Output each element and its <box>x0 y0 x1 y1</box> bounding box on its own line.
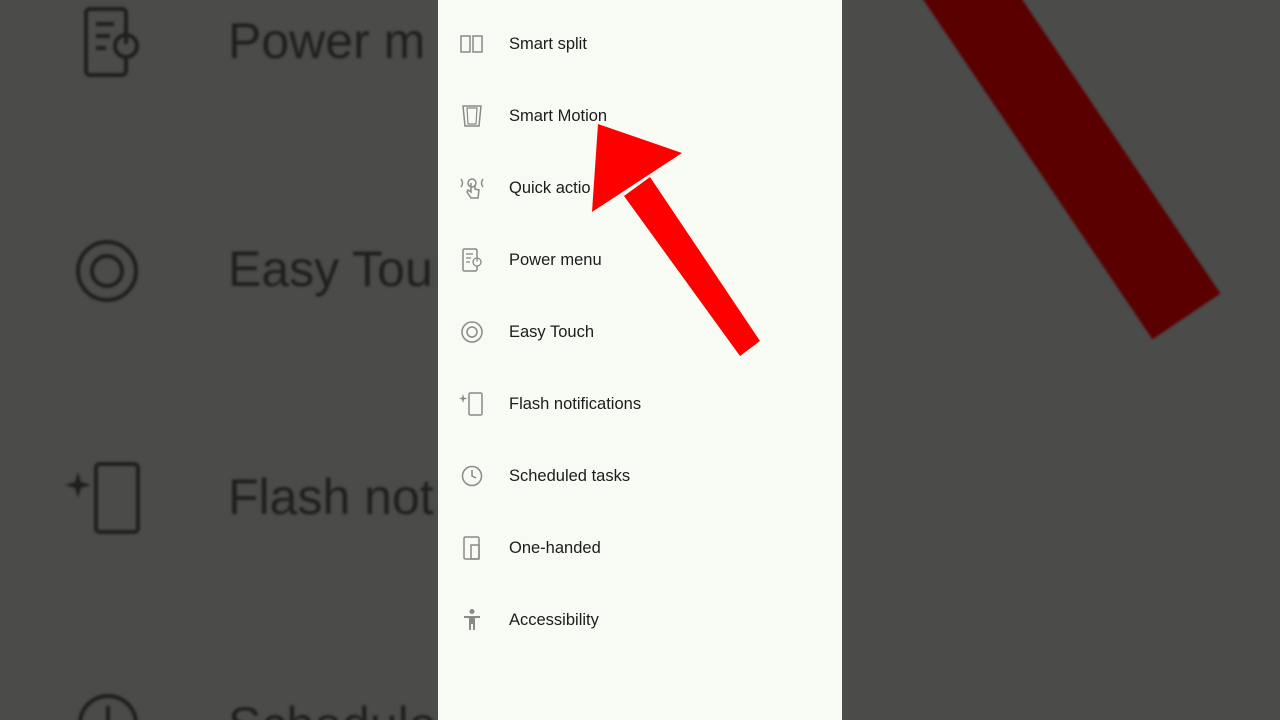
menu-item-label: Quick actio <box>509 178 591 197</box>
flash-notifications-icon <box>458 390 486 418</box>
smart-split-icon <box>458 30 486 58</box>
menu-item-smart-motion[interactable]: Smart Motion <box>438 80 842 152</box>
background-label-easy-touch: Easy Tou <box>228 241 433 297</box>
power-menu-icon <box>84 7 139 77</box>
clock-icon <box>458 462 486 490</box>
clock-icon <box>78 694 138 720</box>
menu-item-label: Flash notifications <box>509 394 642 413</box>
menu-item-flash-notifications[interactable]: Flash notifications <box>438 368 842 440</box>
one-handed-icon <box>458 534 486 562</box>
menu-item-power-menu[interactable]: Power menu <box>438 224 842 296</box>
easy-touch-icon <box>76 240 138 302</box>
background-label-power-menu: Power m <box>228 13 426 69</box>
smart-motion-icon <box>458 102 486 130</box>
accessibility-icon <box>458 606 486 634</box>
quick-actions-gesture-icon <box>458 174 486 202</box>
settings-list-panel: Smart split Smart Motion Quick actio Pow… <box>438 0 842 720</box>
menu-item-easy-touch[interactable]: Easy Touch <box>438 296 842 368</box>
menu-item-label: Smart Motion <box>509 106 608 125</box>
menu-item-quick-actions[interactable]: Quick actio <box>438 152 842 224</box>
menu-item-one-handed[interactable]: One-handed <box>438 512 842 584</box>
menu-item-label: Easy Touch <box>509 322 594 341</box>
menu-item-label: Power menu <box>509 250 602 269</box>
background-label-scheduled: Schedule <box>228 696 437 720</box>
power-menu-icon <box>458 246 486 274</box>
menu-item-accessibility[interactable]: Accessibility <box>438 584 842 656</box>
background-arrow-shaft <box>912 0 1221 340</box>
easy-touch-icon <box>458 318 486 346</box>
menu-item-label: Scheduled tasks <box>509 466 631 485</box>
menu-item-label: Smart split <box>509 34 587 53</box>
menu-item-label: One-handed <box>509 538 601 557</box>
menu-item-smart-split[interactable]: Smart split <box>438 8 842 80</box>
menu-item-label: Accessibility <box>509 610 599 629</box>
flash-notifications-icon <box>65 462 140 534</box>
menu-item-scheduled-tasks[interactable]: Scheduled tasks <box>438 440 842 512</box>
background-label-flash-notifications: Flash not <box>228 469 434 525</box>
video-frame: Power m Easy Tou Flash not Schedule <box>0 0 1280 720</box>
